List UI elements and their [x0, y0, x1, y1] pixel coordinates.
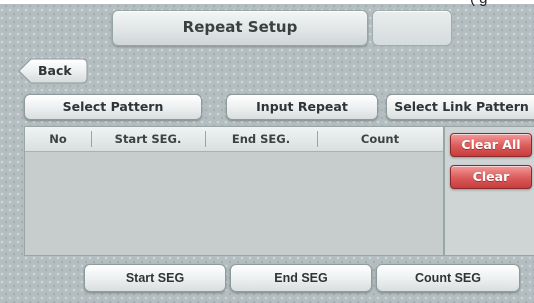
- select-link-pattern-button[interactable]: Select Link Pattern: [386, 94, 534, 120]
- repeat-setup-screen: ( g Repeat Setup Back Select Pattern Inp…: [0, 0, 534, 303]
- clear-all-button[interactable]: Clear All: [450, 133, 532, 157]
- clear-button[interactable]: Clear: [450, 165, 532, 189]
- back-button[interactable]: Back: [18, 58, 88, 84]
- table-body[interactable]: [25, 152, 443, 255]
- start-seg-button[interactable]: Start SEG: [84, 264, 226, 292]
- page-title: Repeat Setup: [112, 10, 368, 46]
- select-pattern-button[interactable]: Select Pattern: [24, 94, 202, 120]
- table-header: No Start SEG. End SEG. Count: [25, 127, 443, 152]
- cropped-top-text: ( g: [470, 0, 488, 7]
- column-header-end-seg: End SEG.: [231, 132, 291, 146]
- end-seg-button[interactable]: End SEG: [230, 264, 372, 292]
- back-label: Back: [38, 63, 72, 78]
- input-repeat-button[interactable]: Input Repeat: [226, 94, 378, 120]
- title-side-tab: [372, 10, 452, 46]
- column-header-count: Count: [360, 132, 400, 146]
- column-header-start-seg: Start SEG.: [114, 132, 182, 146]
- column-header-no: No: [49, 132, 67, 146]
- repeat-table: No Start SEG. End SEG. Count: [24, 126, 444, 256]
- top-edge-strip: [0, 0, 534, 4]
- count-seg-button[interactable]: Count SEG: [376, 264, 520, 292]
